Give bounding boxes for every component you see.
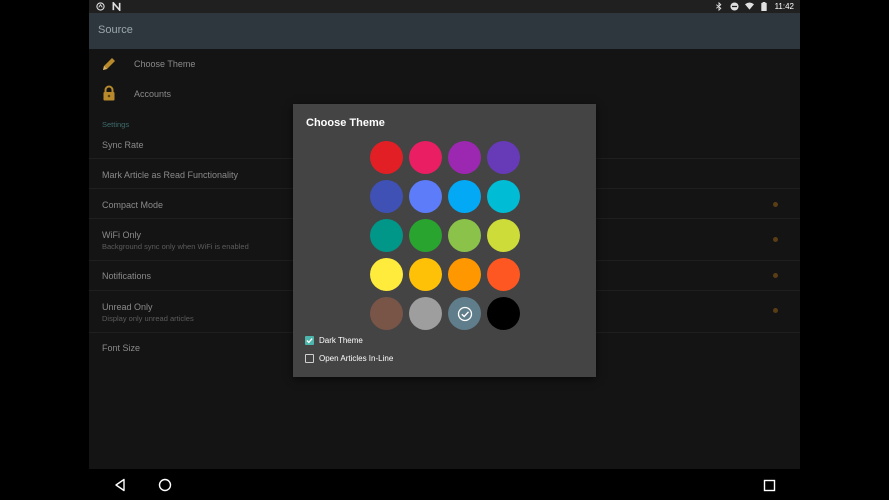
dark-theme-checkbox[interactable] [305, 336, 314, 345]
setting-summary: Display only unread articles [102, 314, 194, 323]
open-inline-checkbox-row[interactable]: Open Articles In-Line [305, 354, 393, 363]
checkbox-indicator[interactable] [773, 308, 778, 313]
list-item-label: Choose Theme [134, 59, 196, 69]
bluetooth-icon [715, 2, 724, 11]
dark-theme-checkbox-row[interactable]: Dark Theme [305, 336, 363, 345]
color-swatch[interactable] [448, 258, 481, 291]
choose-theme-dialog: Choose Theme Dark Theme Open Articles In… [293, 104, 596, 377]
status-time: 11:42 [774, 2, 794, 11]
checkbox-indicator[interactable] [773, 237, 778, 242]
wifi-icon [744, 2, 754, 11]
color-swatch[interactable] [487, 180, 520, 213]
color-swatch[interactable] [448, 219, 481, 252]
battery-icon [760, 2, 769, 11]
color-swatch[interactable] [370, 219, 403, 252]
setting-label: Compact Mode [102, 200, 164, 210]
home-icon[interactable] [157, 477, 173, 493]
setting-label: Mark Article as Read Functionality [102, 170, 239, 180]
lock-icon [101, 85, 117, 101]
color-swatch[interactable] [409, 297, 442, 330]
dnd-icon [730, 2, 739, 11]
back-icon[interactable] [112, 477, 128, 493]
open-inline-checkbox[interactable] [305, 354, 314, 363]
color-swatch[interactable] [409, 180, 442, 213]
color-swatch[interactable] [448, 180, 481, 213]
color-swatch[interactable] [370, 258, 403, 291]
dark-theme-label: Dark Theme [319, 336, 363, 345]
section-header-settings: Settings [102, 120, 130, 129]
check-icon [306, 338, 313, 344]
app-title: Source [98, 24, 133, 36]
color-swatch[interactable] [370, 297, 403, 330]
pencil-icon [101, 56, 117, 72]
color-swatch[interactable] [409, 141, 442, 174]
recents-icon[interactable] [761, 477, 777, 493]
color-swatch[interactable] [370, 141, 403, 174]
dialog-title: Choose Theme [306, 117, 385, 129]
selected-check-icon [448, 297, 481, 330]
list-item-choose-theme[interactable]: Choose Theme [89, 49, 800, 79]
setting-label: WiFi Only [102, 230, 141, 240]
navigation-bar [0, 469, 889, 500]
color-swatch[interactable] [409, 258, 442, 291]
color-swatch[interactable] [448, 297, 481, 330]
status-bar: 11:42 [89, 0, 800, 13]
setting-summary: Background sync only when WiFi is enable… [102, 242, 249, 251]
sync-icon [96, 2, 105, 11]
color-swatch[interactable] [487, 297, 520, 330]
color-swatch[interactable] [487, 219, 520, 252]
color-swatch[interactable] [448, 141, 481, 174]
n-icon [112, 2, 121, 11]
checkbox-indicator[interactable] [773, 202, 778, 207]
app-bar: Source [89, 13, 800, 49]
color-swatch[interactable] [487, 258, 520, 291]
color-swatch[interactable] [370, 180, 403, 213]
setting-label: Font Size [102, 343, 141, 353]
color-swatch[interactable] [409, 219, 442, 252]
open-inline-label: Open Articles In-Line [319, 354, 394, 363]
screen: 11:42 Source Choose Theme Accounts Setti… [0, 0, 889, 500]
setting-label: Unread Only [102, 302, 153, 312]
checkbox-indicator[interactable] [773, 273, 778, 278]
setting-label: Sync Rate [102, 140, 144, 150]
list-item-label: Accounts [134, 89, 172, 99]
color-swatch[interactable] [487, 141, 520, 174]
setting-label: Notifications [102, 271, 152, 281]
